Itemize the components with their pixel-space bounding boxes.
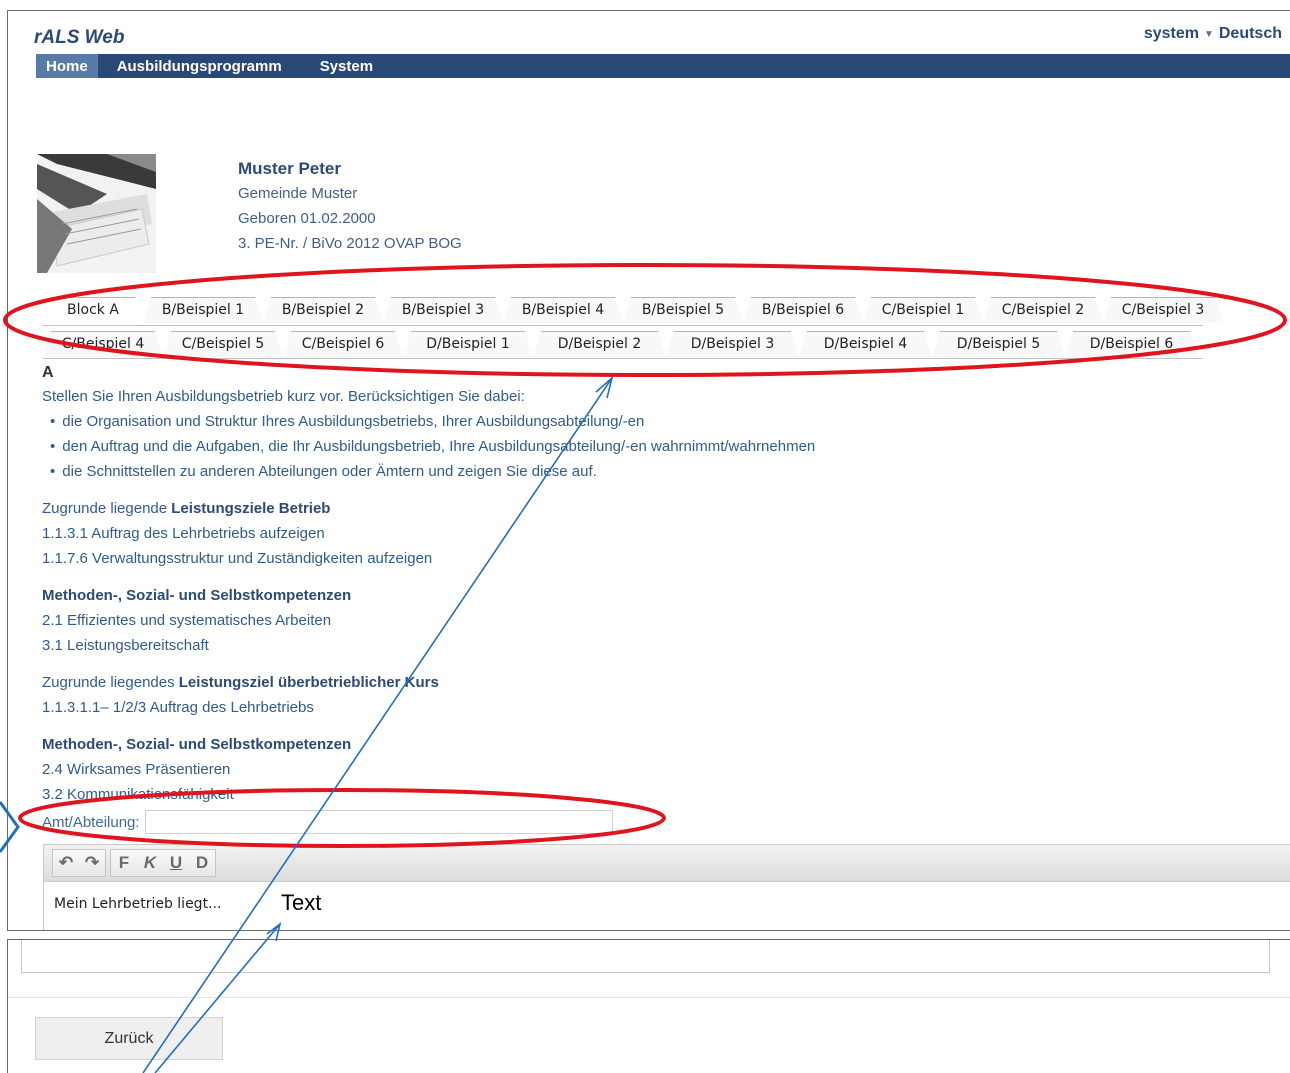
tab-b-beispiel-2[interactable]: B/Beispiel 2	[263, 297, 383, 323]
tab-block-a[interactable]: Block A	[43, 297, 143, 323]
profile-info: Muster Peter Gemeinde Muster Geboren 01.…	[238, 156, 462, 256]
tab-c-beispiel-1[interactable]: C/Beispiel 1	[863, 297, 983, 323]
tab-c-beispiel-3[interactable]: C/Beispiel 3	[1103, 297, 1223, 323]
avatar	[37, 154, 156, 273]
tab-d-beispiel-6[interactable]: D/Beispiel 6	[1065, 331, 1198, 357]
nav-system[interactable]: System	[301, 54, 392, 78]
list-item: • die Organisation und Struktur Ihres Aus…	[50, 413, 645, 430]
competency-item: 3.2 Kommunikationsfähigkeit	[42, 786, 234, 803]
rich-text-editor: ↶ ↷ F K U D Mein Lehrbetrieb liegt...	[43, 844, 1290, 930]
intro-text: Stellen Sie Ihren Ausbildungsbetrieb kur…	[42, 388, 525, 405]
tab-divider	[43, 325, 1203, 326]
app-title: rALS Web	[34, 27, 125, 48]
format-group: F K U D	[110, 849, 216, 877]
competency-item: 2.1 Effizientes und systematisches Arbei…	[42, 612, 332, 629]
goals-kurs-heading: Zugrunde liegendes Leistungsziel überbet…	[42, 674, 439, 691]
tab-c-beispiel-6[interactable]: C/Beispiel 6	[283, 331, 403, 357]
strikethrough-button[interactable]: D	[189, 850, 215, 876]
list-item: • die Schnittstellen zu anderen Abteilung…	[50, 463, 597, 480]
tab-d-beispiel-3[interactable]: D/Beispiel 3	[666, 331, 799, 357]
editor-content[interactable]: Mein Lehrbetrieb liegt...	[44, 882, 1290, 926]
nav-home[interactable]: Home	[36, 54, 98, 78]
tab-d-beispiel-2[interactable]: D/Beispiel 2	[533, 331, 666, 357]
competencies-heading: Methoden-, Sozial- und Selbstkompetenzen	[42, 587, 352, 604]
tab-divider	[43, 358, 1203, 359]
list-item: • den Auftrag und die Aufgaben, die Ihr A…	[50, 438, 816, 455]
tab-b-beispiel-6[interactable]: B/Beispiel 6	[743, 297, 863, 323]
nav-ausbildungsprogramm[interactable]: Ausbildungsprogramm	[98, 54, 301, 78]
chevron-down-icon: ▼	[1203, 28, 1214, 40]
tab-c-beispiel-4[interactable]: C/Beispiel 4	[43, 331, 163, 357]
editor-continuation[interactable]	[21, 940, 1270, 973]
goal-item: 1.1.3.1.1– 1/2/3 Auftrag des Lehrbetrieb…	[42, 699, 314, 716]
goal-item: 1.1.3.1 Auftrag des Lehrbetriebs aufzeig…	[42, 525, 325, 542]
goals-betrieb-heading: Zugrunde liegende Leistungsziele Betrieb	[42, 500, 331, 517]
section-letter: A	[42, 364, 54, 381]
profile-name: Muster Peter	[238, 159, 341, 178]
editor-toolbar: ↶ ↷ F K U D	[44, 845, 1290, 882]
tab-bar-row-2: C/Beispiel 4 C/Beispiel 5 C/Beispiel 6 D/Be…	[43, 331, 1210, 359]
tab-b-beispiel-5[interactable]: B/Beispiel 5	[623, 297, 743, 323]
tab-d-beispiel-4[interactable]: D/Beispiel 4	[799, 331, 932, 357]
italic-button[interactable]: K	[137, 850, 163, 876]
user-menu[interactable]: system ▼ Deutsch	[1144, 25, 1282, 43]
tab-bar-row-1: Block A B/Beispiel 1 B/Beispiel 2 B/Beispie…	[43, 297, 1210, 325]
bold-button[interactable]: F	[111, 850, 137, 876]
competency-item: 3.1 Leistungsbereitschaft	[42, 637, 209, 654]
goal-item: 1.1.7.6 Verwaltungsstruktur und Zuständi…	[42, 550, 433, 567]
department-label: Amt/Abteilung:	[42, 813, 140, 831]
profile-birthdate: Geboren 01.02.2000	[238, 210, 376, 227]
main-window-bottom: Zurück	[7, 939, 1290, 1073]
history-group: ↶ ↷	[52, 849, 106, 877]
annotation-text-label: Text	[281, 890, 322, 915]
competencies-heading: Methoden-, Sozial- und Selbstkompetenzen	[42, 736, 352, 753]
tab-c-beispiel-5[interactable]: C/Beispiel 5	[163, 331, 283, 357]
profile-municipality: Gemeinde Muster	[238, 185, 358, 202]
department-input[interactable]	[144, 810, 613, 834]
main-nav: Home Ausbildungsprogramm System	[36, 54, 1290, 78]
redo-icon[interactable]: ↷	[79, 850, 105, 876]
divider	[8, 997, 1290, 998]
department-field-row: Amt/Abteilung:	[42, 810, 613, 834]
tab-c-beispiel-2[interactable]: C/Beispiel 2	[983, 297, 1103, 323]
user-name[interactable]: system	[1144, 25, 1199, 43]
tab-b-beispiel-3[interactable]: B/Beispiel 3	[383, 297, 503, 323]
tab-d-beispiel-5[interactable]: D/Beispiel 5	[932, 331, 1065, 357]
undo-icon[interactable]: ↶	[53, 850, 79, 876]
task-description: Stellen Sie Ihren Ausbildungsbetrieb kur…	[42, 384, 1142, 807]
tab-b-beispiel-4[interactable]: B/Beispiel 4	[503, 297, 623, 323]
competency-item: 2.4 Wirksames Präsentieren	[42, 761, 231, 778]
profile-program: 3. PE-Nr. / BiVo 2012 OVAP BOG	[238, 235, 462, 252]
back-button[interactable]: Zurück	[35, 1017, 223, 1060]
tab-d-beispiel-1[interactable]: D/Beispiel 1	[403, 331, 533, 357]
language-selector[interactable]: Deutsch	[1219, 25, 1282, 43]
main-window-top: rALS Web system ▼ Deutsch Home Ausbildun…	[7, 10, 1290, 931]
tab-b-beispiel-1[interactable]: B/Beispiel 1	[143, 297, 263, 323]
underline-button[interactable]: U	[163, 850, 189, 876]
